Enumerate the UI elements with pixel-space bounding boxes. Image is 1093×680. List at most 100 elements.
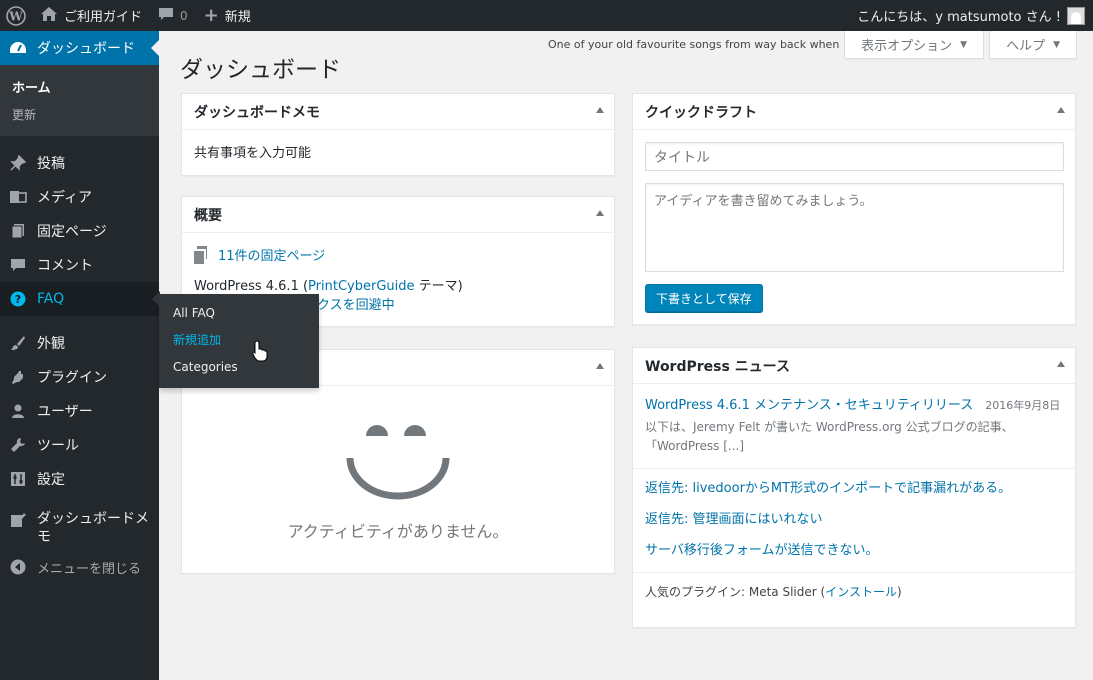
menu-settings-label: 設定 xyxy=(37,472,65,488)
menu-tools[interactable]: ツール xyxy=(0,428,159,462)
wrench-icon xyxy=(8,435,28,455)
collapse-menu-button[interactable]: メニューを閉じる xyxy=(0,550,159,584)
admin-bar: W ご利用ガイド 0 + 新規 こんにちは、y matsumoto さん ! xyxy=(0,0,1093,31)
menu-posts-label: 投稿 xyxy=(37,156,65,172)
menu-appearance[interactable]: 外観 xyxy=(0,326,159,360)
submenu-add-new[interactable]: 新規追加 xyxy=(159,327,319,354)
plugin-icon xyxy=(8,367,28,387)
widget-header[interactable]: ダッシュボードメモ xyxy=(182,94,614,130)
comments-count: 0 xyxy=(180,8,188,23)
wordpress-logo-icon[interactable]: W xyxy=(0,0,32,31)
popular-plugin-suffix: ) xyxy=(896,585,902,599)
menu-pages[interactable]: 固定ページ xyxy=(0,214,159,248)
save-draft-button[interactable]: 下書きとして保存 xyxy=(645,284,763,312)
wp-version-text: WordPress 4.6.1 ( xyxy=(194,279,309,294)
menu-users-label: ユーザー xyxy=(37,404,93,420)
plus-icon: + xyxy=(203,5,219,26)
submenu-update[interactable]: 更新 xyxy=(0,101,159,128)
greeting: こんにちは、y matsumoto さん ! xyxy=(857,10,1061,25)
menu-faq[interactable]: ? FAQ xyxy=(0,282,160,316)
hand-cursor-icon xyxy=(252,340,268,362)
dashboard-submenu: ホーム 更新 xyxy=(0,65,159,136)
forum-link[interactable]: 返信先: 管理画面にはいれない xyxy=(633,504,1075,535)
svg-text:W: W xyxy=(8,9,23,23)
pin-icon xyxy=(8,153,28,173)
brush-icon xyxy=(8,333,28,353)
admin-menu: ダッシュボード ホーム 更新 投稿 メディア 固定ページ コメント ? FAQ xyxy=(0,31,160,680)
collapse-menu-label: メニューを閉じる xyxy=(37,561,142,577)
menu-media[interactable]: メディア xyxy=(0,180,159,214)
caret-down-icon: ▼ xyxy=(1053,39,1060,50)
widget-title: WordPress ニュース xyxy=(645,358,790,375)
popular-plugin-text: 人気のプラグイン: Meta Slider ( xyxy=(645,585,826,599)
avatar xyxy=(1067,6,1085,25)
question-icon: ? xyxy=(8,289,28,309)
news-item: WordPress 4.6.1 メンテナンス・セキュリティリリース 2016年9月… xyxy=(633,384,1075,456)
menu-plugins[interactable]: プラグイン xyxy=(0,360,159,394)
hello-dolly-lyric: One of your old favourite songs from way… xyxy=(548,38,840,51)
news-excerpt: 以下は、Jeremy Felt が書いた WordPress.org 公式ブログ… xyxy=(645,420,1014,453)
memo-body: 共有事項を入力可能 xyxy=(194,146,312,161)
menu-dashboard-label: ダッシュボード xyxy=(37,41,135,57)
svg-text:?: ? xyxy=(15,293,21,306)
draft-title-input[interactable]: タイトル xyxy=(645,142,1064,171)
faq-flyout-submenu: All FAQ 新規追加 Categories xyxy=(159,294,319,388)
menu-comments[interactable]: コメント xyxy=(0,248,159,282)
widget-quick-draft: クイックドラフト タイトル アイディアを書き留めてみましょう。 下書きとして保存 xyxy=(632,93,1076,325)
forum-link[interactable]: サーバ移行後フォームが送信できない。 xyxy=(633,535,1075,566)
media-icon xyxy=(8,187,28,207)
new-label: 新規 xyxy=(224,10,251,25)
collapse-arrow-icon xyxy=(8,557,28,577)
widget-header[interactable]: 概要 xyxy=(182,197,614,233)
home-icon xyxy=(40,6,58,26)
widget-header[interactable]: クイックドラフト xyxy=(633,94,1075,130)
user-icon xyxy=(8,401,28,421)
menu-posts[interactable]: 投稿 xyxy=(0,146,159,180)
install-plugin-link[interactable]: インストール xyxy=(825,585,897,599)
screen-options-button[interactable]: 表示オプション ▼ xyxy=(844,31,985,59)
settings-icon xyxy=(8,469,28,489)
menu-tools-label: ツール xyxy=(37,438,79,454)
widget-title: ダッシュボードメモ xyxy=(194,104,320,121)
page-title: ダッシュボード xyxy=(180,57,341,83)
theme-suffix: テーマ) xyxy=(414,279,463,294)
menu-users[interactable]: ユーザー xyxy=(0,394,159,428)
menu-dashboard[interactable]: ダッシュボード xyxy=(0,31,159,65)
menu-appearance-label: 外観 xyxy=(37,336,65,352)
help-button[interactable]: ヘルプ ▼ xyxy=(989,31,1077,59)
submenu-all-faq[interactable]: All FAQ xyxy=(159,300,319,327)
collapse-toggle-icon[interactable] xyxy=(1057,107,1065,113)
theme-link[interactable]: PrintCyberGuide xyxy=(308,279,414,294)
menu-settings[interactable]: 設定 xyxy=(0,462,159,496)
collapse-toggle-icon[interactable] xyxy=(596,363,604,369)
comments-link[interactable]: 0 xyxy=(150,0,196,31)
menu-dashboard-memo[interactable]: ダッシュボードメモ xyxy=(0,506,159,550)
screen-meta-links: 表示オプション ▼ ヘルプ ▼ xyxy=(839,31,1077,59)
widget-header[interactable]: WordPress ニュース xyxy=(633,348,1075,384)
pages-icon xyxy=(8,221,28,241)
my-account-link[interactable]: こんにちは、y matsumoto さん ! xyxy=(849,0,1093,31)
popular-plugin: 人気のプラグイン: Meta Slider (インストール) xyxy=(633,573,1075,610)
menu-pages-label: 固定ページ xyxy=(37,224,107,240)
site-name-link[interactable]: ご利用ガイド xyxy=(32,0,150,31)
submenu-home[interactable]: ホーム xyxy=(0,72,159,101)
no-activity-message: アクティビティがありません。 xyxy=(287,522,509,541)
widget-wordpress-news: WordPress ニュース WordPress 4.6.1 メンテナンス・セキ… xyxy=(632,347,1076,628)
menu-faq-label: FAQ xyxy=(37,291,65,307)
smiley-face-icon xyxy=(346,425,450,504)
site-name: ご利用ガイド xyxy=(64,10,143,25)
pages-count-link[interactable]: 11件の固定ページ xyxy=(218,245,325,264)
menu-plugins-label: プラグイン xyxy=(37,370,107,386)
submenu-categories[interactable]: Categories xyxy=(159,354,319,381)
collapse-toggle-icon[interactable] xyxy=(596,210,604,216)
caret-down-icon: ▼ xyxy=(960,39,968,50)
news-headline-link[interactable]: WordPress 4.6.1 メンテナンス・セキュリティリリース xyxy=(645,398,973,413)
comment-icon xyxy=(8,255,28,275)
new-content-link[interactable]: + 新規 xyxy=(196,0,259,31)
comment-icon xyxy=(158,6,174,26)
widget-title: 概要 xyxy=(194,207,222,224)
forum-link[interactable]: 返信先: livedoorからMT形式のインポートで記事漏れがある。 xyxy=(633,473,1075,504)
collapse-toggle-icon[interactable] xyxy=(1057,361,1065,367)
draft-content-textarea[interactable]: アイディアを書き留めてみましょう。 xyxy=(645,183,1064,272)
collapse-toggle-icon[interactable] xyxy=(596,107,604,113)
